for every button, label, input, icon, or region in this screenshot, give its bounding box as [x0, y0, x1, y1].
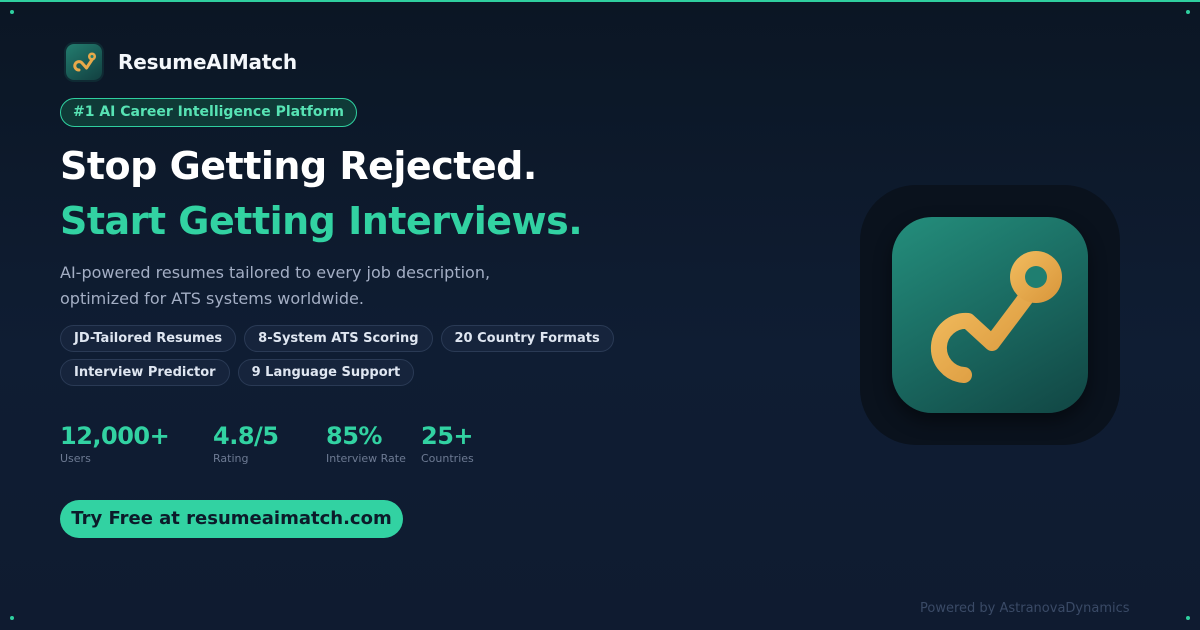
stat-value: 25+	[421, 422, 474, 450]
feature-pills-row-1: JD-Tailored Resumes 8-System ATS Scoring…	[60, 325, 614, 352]
corner-dot	[10, 616, 14, 620]
stat-label: Interview Rate	[326, 452, 406, 465]
stat-label: Users	[60, 452, 91, 465]
stat-value: 12,000+	[60, 422, 170, 450]
corner-dot	[1186, 10, 1190, 14]
feature-pill: 9 Language Support	[237, 359, 415, 386]
platform-badge: #1 AI Career Intelligence Platform	[60, 98, 357, 127]
headline-line-2: Start Getting Interviews.	[60, 199, 583, 243]
powered-by-footer[interactable]: Powered by AstranovaDynamics	[920, 601, 1130, 616]
corner-dot	[1186, 616, 1190, 620]
path-link-icon	[66, 44, 102, 80]
subtext-line-2: optimized for ATS systems worldwide.	[60, 289, 364, 308]
top-accent-line	[0, 0, 1200, 2]
headline-line-1: Stop Getting Rejected.	[60, 144, 537, 188]
feature-pill: 8-System ATS Scoring	[244, 325, 433, 352]
try-free-button[interactable]: Try Free at resumeaimatch.com	[60, 500, 403, 538]
brand[interactable]: ResumeAIMatch	[66, 44, 297, 80]
stat-countries: 25+ Countries	[421, 422, 474, 465]
feature-pills-row-2: Interview Predictor 9 Language Support	[60, 359, 415, 386]
stat-label: Rating	[213, 452, 249, 465]
brand-name: ResumeAIMatch	[118, 50, 297, 74]
subtext: AI-powered resumes tailored to every job…	[60, 260, 580, 312]
stat-value: 4.8/5	[213, 422, 279, 450]
path-link-icon	[892, 217, 1088, 413]
stat-value: 85%	[326, 422, 382, 450]
feature-pill: 20 Country Formats	[440, 325, 614, 352]
feature-pill: JD-Tailored Resumes	[60, 325, 237, 352]
feature-pill: Interview Predictor	[60, 359, 230, 386]
stat-rating: 4.8/5 Rating	[213, 422, 279, 465]
stat-users: 12,000+ Users	[60, 422, 170, 465]
stat-interview-rate: 85% Interview Rate	[326, 422, 406, 465]
stat-label: Countries	[421, 452, 474, 465]
subtext-line-1: AI-powered resumes tailored to every job…	[60, 263, 491, 282]
corner-dot	[10, 10, 14, 14]
